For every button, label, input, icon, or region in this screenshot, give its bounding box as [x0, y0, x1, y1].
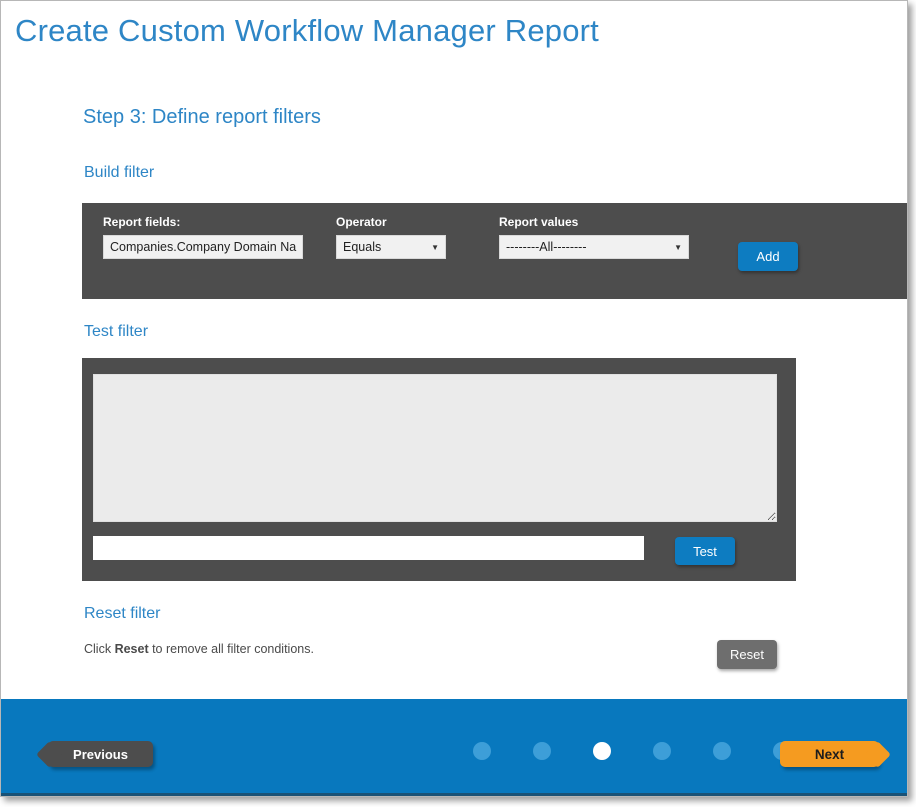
dropdown-arrow-icon: ▼: [668, 243, 682, 252]
reset-description-bold: Reset: [115, 642, 149, 656]
progress-dots: [473, 742, 791, 760]
operator-selected-value: Equals: [343, 240, 381, 254]
operator-group: Operator Equals ▼: [336, 215, 446, 259]
page-title: Create Custom Workflow Manager Report: [15, 13, 599, 49]
report-fields-label: Report fields:: [103, 215, 303, 229]
previous-button[interactable]: Previous: [48, 741, 153, 767]
dropdown-arrow-icon: ▼: [296, 243, 303, 252]
add-button[interactable]: Add: [738, 242, 798, 271]
report-fields-selected-value: Companies.Company Domain Na: [110, 240, 296, 254]
progress-dot: [653, 742, 671, 760]
report-values-select[interactable]: --------All-------- ▼: [499, 235, 689, 259]
report-values-label: Report values: [499, 215, 689, 229]
progress-dot: [533, 742, 551, 760]
report-fields-select[interactable]: Companies.Company Domain Na ▼: [103, 235, 303, 259]
wizard-page: Create Custom Workflow Manager Report St…: [0, 0, 908, 797]
reset-description-suffix: to remove all filter conditions.: [149, 642, 314, 656]
progress-dot: [713, 742, 731, 760]
progress-dot-active: [593, 742, 611, 760]
filter-expression-textarea[interactable]: [93, 374, 777, 522]
reset-button[interactable]: Reset: [717, 640, 777, 669]
test-button[interactable]: Test: [675, 537, 735, 565]
test-filter-heading: Test filter: [84, 323, 148, 341]
reset-description-prefix: Click: [84, 642, 115, 656]
wizard-footer: Previous Next: [1, 699, 907, 796]
operator-select[interactable]: Equals ▼: [336, 235, 446, 259]
build-filter-bar: Report fields: Companies.Company Domain …: [82, 203, 908, 299]
step-heading: Step 3: Define report filters: [83, 106, 321, 129]
progress-dot: [473, 742, 491, 760]
report-values-group: Report values --------All-------- ▼: [499, 215, 689, 259]
build-filter-heading: Build filter: [84, 164, 154, 182]
dropdown-arrow-icon: ▼: [425, 243, 439, 252]
test-value-input[interactable]: [93, 536, 644, 560]
reset-filter-heading: Reset filter: [84, 605, 160, 623]
report-values-selected-value: --------All--------: [506, 240, 587, 254]
operator-label: Operator: [336, 215, 446, 229]
report-fields-group: Report fields: Companies.Company Domain …: [103, 215, 303, 259]
test-filter-panel: Test: [82, 358, 796, 581]
next-button[interactable]: Next: [780, 741, 879, 767]
reset-description: Click Reset to remove all filter conditi…: [84, 642, 314, 656]
